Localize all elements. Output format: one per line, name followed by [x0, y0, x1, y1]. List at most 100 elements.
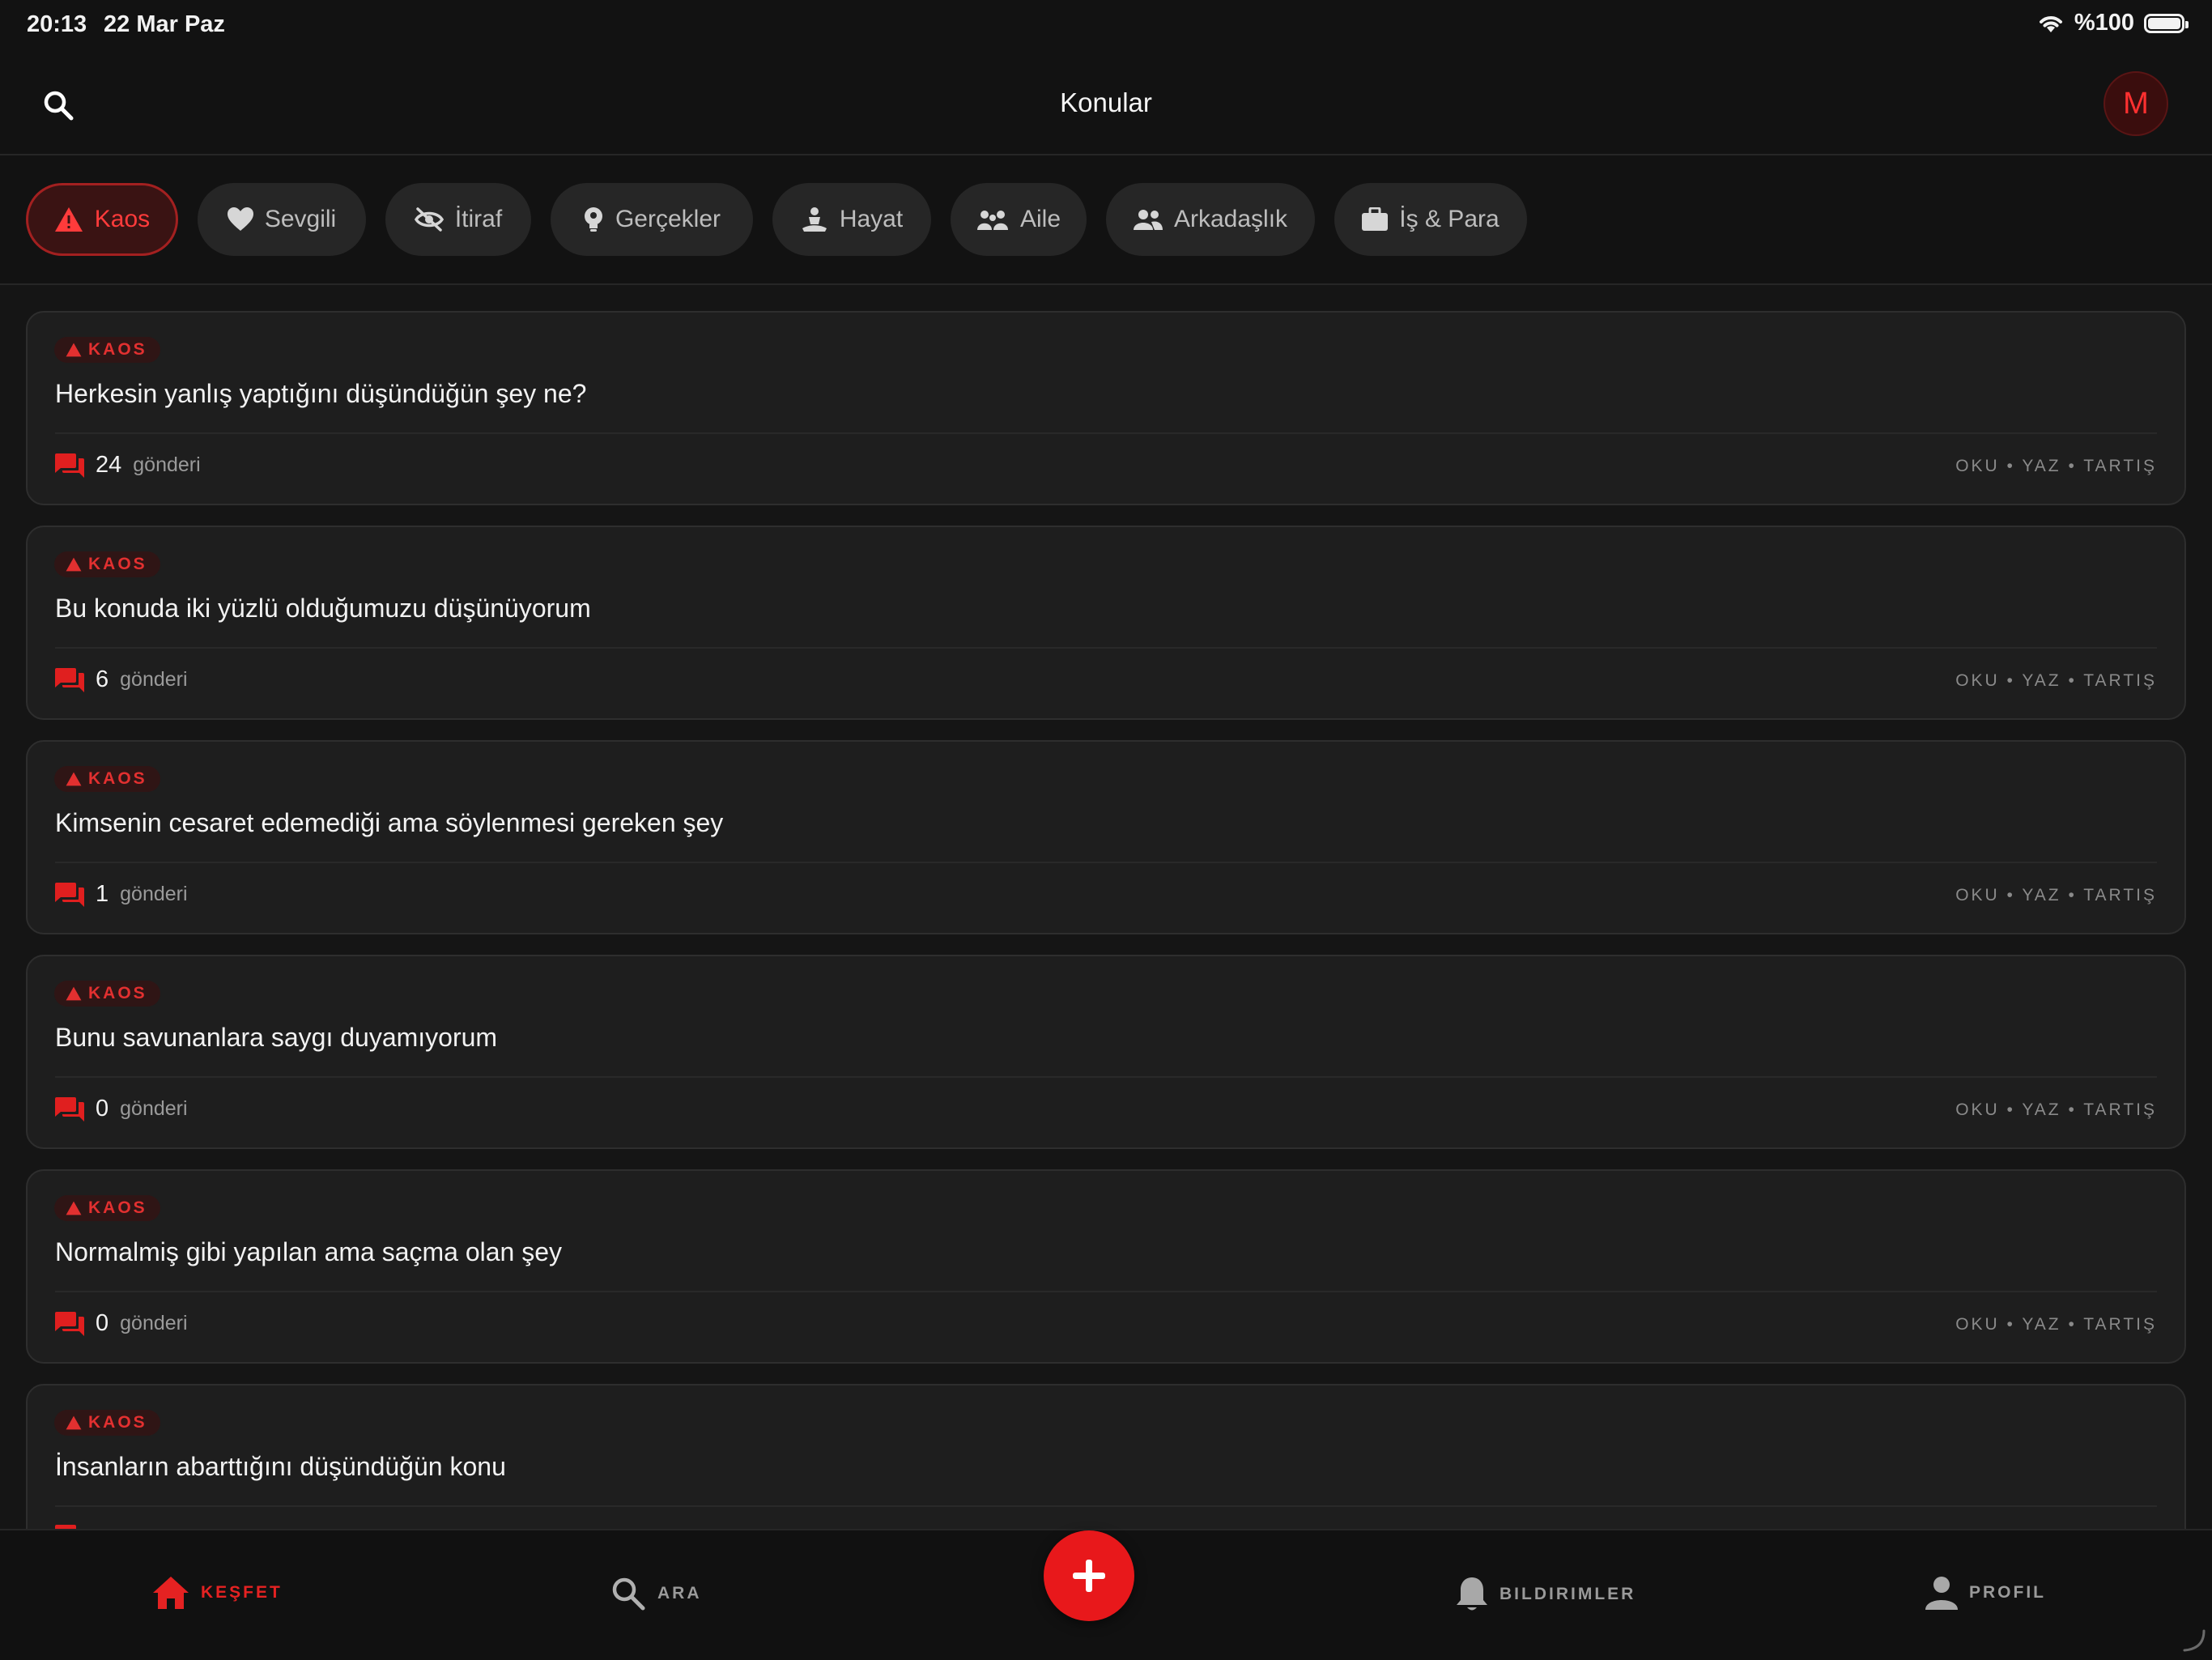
- search-icon: [612, 1577, 645, 1611]
- nav-profil[interactable]: PROFIL: [1925, 1576, 2046, 1610]
- nav-label: KEŞFET: [201, 1583, 283, 1602]
- post-count: 1 gönderi: [55, 881, 188, 908]
- chat-icon: [55, 1096, 84, 1122]
- nav-label: PROFIL: [1969, 1583, 2046, 1602]
- avatar[interactable]: M: [2104, 71, 2168, 136]
- chat-icon: [55, 667, 84, 692]
- post-count: 24 gönderi: [55, 452, 201, 479]
- chip-arkadaslik[interactable]: Arkadaşlık: [1106, 183, 1315, 256]
- topic-title: Herkesin yanlış yaptığını düşündüğün şey…: [55, 379, 587, 408]
- post-count-value: 1: [96, 881, 109, 907]
- chat-icon: [55, 453, 84, 478]
- chat-icon: [55, 1311, 84, 1336]
- post-count-label: gönderi: [133, 453, 201, 476]
- status-date: 22 Mar Paz: [104, 11, 225, 37]
- post-count: 0 gönderi: [55, 1096, 188, 1122]
- category-tag: KAOS: [54, 981, 160, 1007]
- people-icon: [1133, 210, 1163, 230]
- post-count-label: gönderi: [120, 668, 188, 691]
- tag-label: KAOS: [88, 340, 147, 359]
- post-count: 0 gönderi: [55, 1310, 188, 1337]
- topic-card[interactable]: KAOS Bunu savunanlara saygı duyamıyorum …: [26, 955, 2186, 1149]
- chip-itiraf[interactable]: İtiraf: [385, 183, 531, 256]
- plus-icon: [1073, 1560, 1105, 1592]
- status-bar: 20:13 22 Mar Paz %100: [0, 0, 2212, 52]
- app-header: Konular M: [0, 52, 2212, 155]
- post-count-label: gönderi: [120, 1312, 188, 1334]
- topic-actions: OKU • YAZ • TARTIŞ: [1955, 671, 2157, 690]
- topic-title: Normalmiş gibi yapılan ama saçma olan şe…: [55, 1237, 563, 1266]
- warning-icon: [66, 986, 82, 1001]
- post-count-value: 0: [96, 1310, 109, 1336]
- status-right: %100: [2037, 10, 2189, 36]
- tag-label: KAOS: [88, 555, 147, 573]
- chip-hayat[interactable]: Hayat: [772, 183, 931, 256]
- tag-label: KAOS: [88, 984, 147, 1002]
- chip-label: İş & Para: [1399, 206, 1499, 232]
- chip-gercekler[interactable]: Gerçekler: [551, 183, 753, 256]
- chip-label: Arkadaşlık: [1173, 206, 1288, 232]
- warning-icon: [66, 772, 82, 786]
- divider: [55, 432, 2157, 434]
- warning-icon: [66, 1201, 82, 1215]
- add-topic-button[interactable]: [1044, 1530, 1134, 1621]
- category-tag: KAOS: [54, 551, 160, 577]
- post-count-label: gönderi: [120, 883, 188, 905]
- meditation-icon: [802, 207, 827, 232]
- tag-label: KAOS: [88, 1413, 147, 1432]
- bell-icon: [1457, 1577, 1487, 1611]
- chip-label: Aile: [1019, 206, 1061, 232]
- category-tag: KAOS: [54, 766, 160, 792]
- heart-icon: [227, 207, 253, 231]
- briefcase-icon: [1362, 207, 1389, 231]
- nav-label: ARA: [657, 1584, 702, 1603]
- topic-card[interactable]: KAOS Herkesin yanlış yaptığını düşündüğü…: [26, 311, 2186, 505]
- post-count: 6 gönderi: [55, 666, 188, 693]
- status-time: 20:13: [27, 11, 87, 37]
- chat-icon: [55, 882, 84, 907]
- post-count-value: 6: [96, 666, 109, 692]
- topic-actions: OKU • YAZ • TARTIŞ: [1955, 886, 2157, 904]
- nav-label: BILDIRIMLER: [1499, 1585, 1636, 1603]
- topic-card[interactable]: KAOS Normalmiş gibi yapılan ama saçma ol…: [26, 1169, 2186, 1364]
- wifi-icon: [2039, 15, 2062, 32]
- topic-card[interactable]: KAOS Bu konuda iki yüzlü olduğumuzu düşü…: [26, 526, 2186, 720]
- page-title: Konular: [1060, 87, 1152, 117]
- category-tag: KAOS: [54, 1410, 160, 1436]
- lightbulb-icon: [584, 207, 602, 232]
- post-count-label: gönderi: [120, 1097, 188, 1120]
- resize-corner-icon: [2183, 1629, 2206, 1652]
- chip-sevgili[interactable]: Sevgili: [198, 183, 366, 256]
- warning-icon: [66, 343, 82, 357]
- topic-actions: OKU • YAZ • TARTIŞ: [1955, 1100, 2157, 1119]
- chip-is-para[interactable]: İş & Para: [1334, 183, 1527, 256]
- topic-actions: OKU • YAZ • TARTIŞ: [1955, 1315, 2157, 1334]
- tag-label: KAOS: [88, 769, 147, 788]
- post-count-value: 24: [96, 452, 122, 478]
- warning-icon: [54, 207, 83, 232]
- divider: [55, 1505, 2157, 1507]
- chip-kaos[interactable]: Kaos: [26, 183, 178, 256]
- topic-title: Bu konuda iki yüzlü olduğumuzu düşünüyor…: [55, 594, 591, 623]
- category-tag: KAOS: [54, 337, 160, 363]
- chip-label: Gerçekler: [615, 206, 721, 232]
- family-icon: [976, 211, 1008, 230]
- nav-ara[interactable]: ARA: [610, 1576, 702, 1611]
- warning-icon: [66, 1415, 82, 1430]
- topic-actions: OKU • YAZ • TARTIŞ: [1955, 457, 2157, 475]
- divider: [55, 862, 2157, 863]
- nav-kesfet[interactable]: KEŞFET: [152, 1576, 283, 1610]
- chip-label: Hayat: [839, 206, 904, 232]
- topic-title: Bunu savunanlara saygı duyamıyorum: [55, 1023, 498, 1052]
- chip-aile[interactable]: Aile: [951, 183, 1087, 256]
- nav-bildirimler[interactable]: BILDIRIMLER: [1456, 1576, 1636, 1613]
- battery-percent: %100: [2074, 10, 2134, 36]
- battery-icon: [2144, 13, 2189, 33]
- person-icon: [1925, 1577, 1958, 1610]
- topic-title: İnsanların abarttığını düşündüğün konu: [55, 1452, 506, 1481]
- chip-label: Sevgili: [264, 206, 337, 232]
- topic-card[interactable]: KAOS Kimsenin cesaret edemediği ama söyl…: [26, 740, 2186, 934]
- post-count-value: 0: [96, 1096, 109, 1122]
- chip-label: İtiraf: [454, 206, 503, 232]
- category-chips: Kaos Sevgili İtiraf Gerçekler Hayat Aile…: [0, 155, 2212, 285]
